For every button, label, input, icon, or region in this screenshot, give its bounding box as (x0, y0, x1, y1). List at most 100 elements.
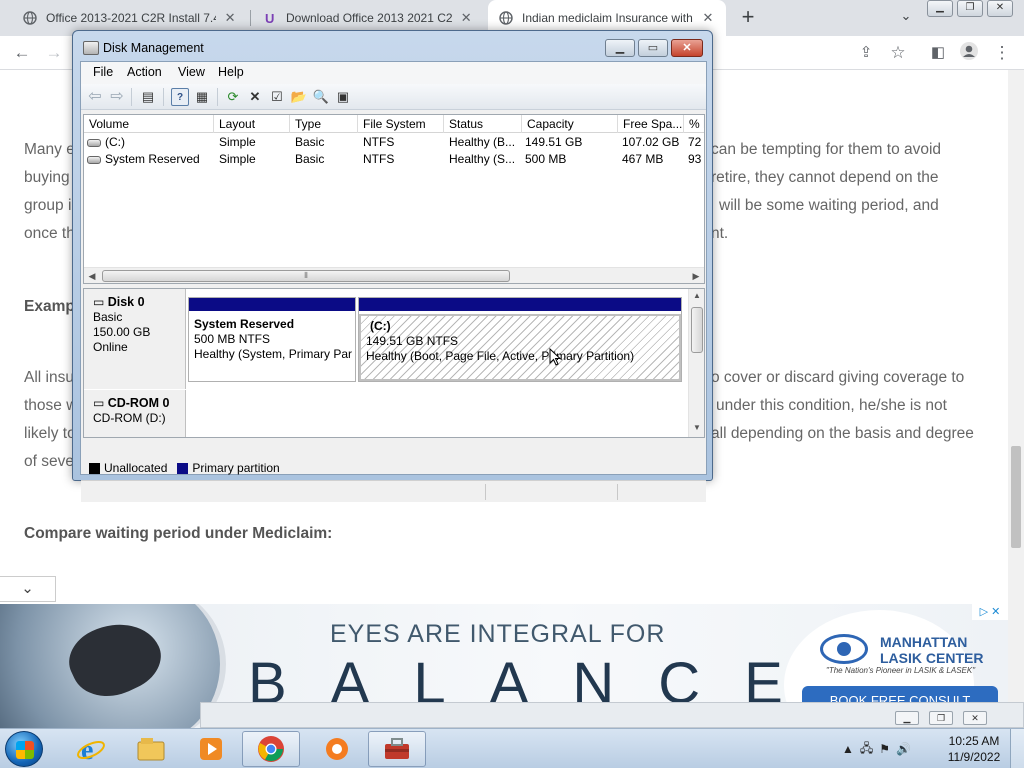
properties-icon[interactable]: ☑ (268, 88, 286, 106)
profile-avatar-icon[interactable] (957, 41, 981, 65)
fs-cell: NTFS (363, 135, 395, 149)
toolbar-divider (217, 88, 218, 106)
ad-brand-line2: LASIK CENTER (880, 650, 984, 666)
scroll-left-icon[interactable]: ◀ (84, 268, 100, 283)
article-heading-compare: Compare waiting period under Mediclaim: (24, 525, 333, 542)
close-tab-icon[interactable]: ✕ (700, 10, 716, 26)
volume-row-c[interactable]: (C:) Simple Basic NTFS Healthy (B... 149… (84, 134, 704, 151)
new-tab-button[interactable]: + (736, 6, 760, 30)
properties-pane-icon[interactable]: ▦ (193, 88, 211, 106)
tab-title: Download Office 2013 2021 C2R (286, 11, 453, 25)
minimize-icon[interactable]: ▁ (605, 39, 635, 57)
menu-action[interactable]: Action (127, 65, 162, 79)
disk-view-vscroll[interactable]: ▲ ▼ (688, 289, 704, 437)
column-capacity[interactable]: Capacity (522, 115, 618, 133)
forward-arrow-icon[interactable]: → (42, 41, 66, 65)
volume-icon[interactable]: 🔊 (896, 742, 911, 756)
tab-title: Office 2013-2021 C2R Install 7.4. (46, 11, 217, 25)
disk-settings-icon[interactable]: ▣ (334, 88, 352, 106)
column-percent-free[interactable]: % F (684, 115, 704, 133)
partition-system-reserved[interactable]: System Reserved 500 MB NTFS Healthy (Sys… (188, 297, 356, 382)
menu-file[interactable]: File (93, 65, 113, 79)
console-tree-icon[interactable]: ▤ (139, 88, 157, 106)
menu-kebab-icon[interactable]: ⋮ (990, 41, 1014, 65)
start-button[interactable] (5, 731, 43, 767)
svg-text:U: U (265, 11, 274, 25)
partition-name: (C:) (370, 319, 391, 333)
eye-logo-icon (820, 634, 868, 664)
refresh-icon[interactable]: ⟳ (224, 88, 242, 106)
column-volume[interactable]: Volume (84, 115, 214, 133)
scroll-up-icon[interactable]: ▲ (689, 289, 704, 303)
disk-0-info[interactable]: ▭ Disk 0 Basic 150.00 GB Online (84, 289, 186, 389)
disk-0-state: Online (93, 340, 128, 354)
delete-icon[interactable]: ✕ (246, 88, 264, 106)
scroll-down-icon[interactable]: ▼ (689, 421, 704, 435)
column-file-system[interactable]: File System (358, 115, 444, 133)
primary-partition-bar (359, 298, 681, 311)
menu-view[interactable]: View (178, 65, 205, 79)
minimize-icon[interactable]: ▁ (895, 711, 919, 725)
media-player-icon[interactable] (182, 731, 240, 767)
hscroll-thumb[interactable]: ⦀ (102, 270, 510, 282)
u-logo-icon: U (262, 10, 278, 26)
page-scrollbar[interactable] (1008, 70, 1024, 728)
column-free-space[interactable]: Free Spa... (618, 115, 684, 133)
internet-explorer-icon[interactable]: e (62, 731, 120, 767)
partition-size: 149.51 GB NTFS (366, 334, 459, 348)
system-tray: ▲ 🖧 ⚑ 🔊 (842, 735, 911, 763)
disk-0-type: Basic (93, 310, 123, 324)
action-center-flag-icon[interactable]: ⚑ (879, 742, 890, 756)
restore-icon[interactable]: ❐ (957, 0, 983, 17)
bookmark-star-icon[interactable]: ☆ (886, 41, 910, 65)
close-tab-icon[interactable]: ✕ (222, 10, 238, 26)
legend-primary-partition: Primary partition (192, 461, 280, 475)
ad-tagline: EYES ARE INTEGRAL FOR (330, 620, 666, 648)
taskbar-clock[interactable]: 10:25 AM 11/9/2022 (944, 733, 1004, 765)
volume-row-system-reserved[interactable]: System Reserved Simple Basic NTFS Health… (84, 151, 704, 168)
close-icon[interactable]: ✕ (963, 711, 987, 725)
status-divider (617, 484, 618, 500)
partition-details: (C:) 149.51 GB NTFS Healthy (Boot, Page … (359, 314, 681, 381)
tab-search-chevron-icon[interactable]: ⌄ (896, 8, 916, 28)
avast-icon[interactable] (308, 731, 366, 767)
scroll-right-icon[interactable]: ▶ (688, 268, 704, 283)
unallocated-swatch (89, 462, 100, 474)
back-arrow-icon[interactable]: ⇦ (86, 88, 104, 106)
help-icon[interactable]: ? (171, 88, 189, 106)
disk-management-window: Disk Management ▁ ▭ ✕ File Action View H… (72, 30, 713, 502)
minimize-icon[interactable]: ▁ (927, 0, 953, 17)
yoga-photo (0, 604, 226, 728)
disk-management-toolbox-icon[interactable] (368, 731, 426, 767)
side-panel-icon[interactable]: ◧ (926, 41, 950, 65)
mouse-cursor-icon (549, 347, 562, 366)
close-icon[interactable]: ✕ (987, 0, 1013, 17)
close-icon[interactable]: ✕ (671, 39, 703, 57)
minimized-window-bar[interactable]: ▁ ❐ ✕ (200, 702, 1024, 728)
show-hidden-icons-icon[interactable]: ▲ (842, 742, 854, 756)
adchoices-close-icon[interactable]: ▷ ✕ (972, 604, 1008, 620)
open-folder-icon[interactable]: 📂 (290, 88, 308, 106)
share-icon[interactable]: ⇪ (854, 41, 878, 65)
menu-help[interactable]: Help (218, 65, 244, 79)
restore-icon[interactable]: ❐ (929, 711, 953, 725)
partition-c[interactable]: (C:) 149.51 GB NTFS Healthy (Boot, Page … (358, 297, 682, 382)
article-paragraph-2: All insu those w likely to of seve (24, 369, 78, 470)
close-tab-icon[interactable]: ✕ (459, 10, 474, 26)
back-arrow-icon[interactable]: ← (10, 41, 34, 65)
column-type[interactable]: Type (290, 115, 358, 133)
column-layout[interactable]: Layout (214, 115, 290, 133)
column-status[interactable]: Status (444, 115, 522, 133)
search-icon[interactable]: 🔍 (312, 88, 330, 106)
file-explorer-icon[interactable] (122, 731, 180, 767)
show-desktop-button[interactable] (1010, 729, 1024, 768)
forward-arrow-icon[interactable]: ⇨ (108, 88, 126, 106)
vscroll-thumb[interactable] (691, 307, 703, 353)
collapse-ad-chevron-icon[interactable]: ⌄ (0, 576, 56, 602)
network-icon[interactable]: 🖧 (860, 739, 873, 760)
chrome-icon[interactable] (242, 731, 300, 767)
volume-list-hscroll[interactable]: ◀ ⦀ ▶ (84, 267, 704, 283)
cdrom-0-info[interactable]: ▭ CD-ROM 0 CD-ROM (D:) (84, 390, 186, 437)
page-scrollbar-thumb[interactable] (1011, 446, 1021, 548)
maximize-icon[interactable]: ▭ (638, 39, 668, 57)
